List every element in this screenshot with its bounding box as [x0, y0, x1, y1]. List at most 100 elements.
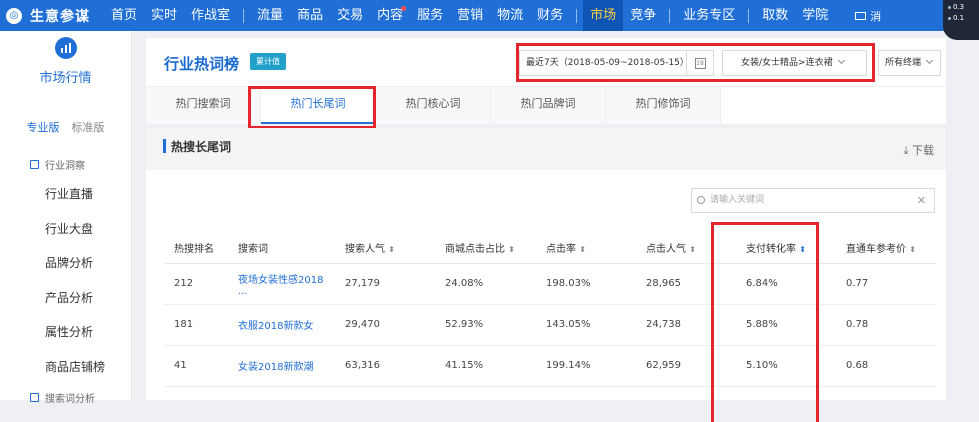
sort-icon[interactable]: ⬍: [388, 245, 395, 254]
tab-modifier-words[interactable]: 热门修饰词: [606, 87, 721, 124]
industry-icon: [30, 159, 39, 169]
sidebar-item-brand-analysis[interactable]: 品牌分析: [0, 246, 131, 281]
nav-divider: [748, 8, 750, 23]
table-row: 212 夜场女装性感2018 ... 27,179 24.08% 198.03%…: [164, 263, 936, 305]
sort-icon[interactable]: ⬍: [909, 245, 916, 254]
download-speed-icon: [948, 17, 951, 20]
cell-ztc-price: 0.78: [836, 304, 936, 346]
network-speed-widget: 0.3 0.1: [943, 0, 979, 40]
tab-core-words[interactable]: 热门核心词: [376, 87, 491, 124]
tab-hot-search[interactable]: 热门搜索词: [146, 87, 261, 124]
logo-icon: ◎: [6, 7, 22, 24]
close-icon[interactable]: ✕: [917, 189, 926, 212]
long-tail-keyword-table: 热搜排名 搜索词 搜索人气 ⬍ 商城点击占比 ⬍ 点击率 ⬍ 点击人气 ⬍ 支付…: [164, 232, 936, 387]
nav-item-trade[interactable]: 交易: [330, 0, 370, 31]
nav-item-content[interactable]: 内容: [370, 0, 410, 31]
nav-item-competition[interactable]: 竞争: [623, 0, 663, 31]
table-row: 181 衣服2018新款女 29,470 52.93% 143.05% 24,7…: [164, 304, 936, 346]
cell-ztc-price: 0.68: [836, 345, 936, 387]
search-placeholder: 请输入关键词: [710, 195, 765, 205]
table-row: 41 女装2018新款潮 63,316 41.15% 199.14% 62,95…: [164, 345, 936, 387]
cell-mall-click-ratio: 52.93%: [435, 304, 536, 346]
col-click-rate[interactable]: 点击率 ⬍: [536, 232, 636, 264]
section-accent-bar: [163, 139, 166, 153]
section-header: 热搜长尾词 ⤓ 下载: [146, 128, 946, 170]
nav-item-market[interactable]: 市场: [583, 0, 624, 31]
sort-icon[interactable]: ⬍: [579, 245, 586, 254]
keyword-table-panel: 热搜长尾词 ⤓ 下载 请输入关键词 ✕ 热搜排名 搜索词 搜索人气 ⬍ 商城点击…: [146, 128, 946, 400]
upload-speed: 0.3: [953, 3, 965, 11]
col-ztc-price[interactable]: 直通车参考价 ⬍: [836, 232, 936, 264]
cell-search-popularity: 27,179: [335, 263, 435, 305]
cell-mall-click-ratio: 24.08%: [435, 263, 536, 305]
edition-tabs: 专业版 标准版: [0, 111, 131, 151]
sort-icon[interactable]: ⬍: [689, 245, 696, 254]
nav-item-finance[interactable]: 财务: [530, 0, 570, 31]
nav-group-market: 市场 竞争: [583, 0, 663, 31]
nav-item-fetch-data[interactable]: 取数: [755, 0, 795, 31]
tab-professional[interactable]: 专业版: [27, 119, 60, 151]
col-keyword: 搜索词: [228, 232, 335, 264]
cell-keyword-link[interactable]: 衣服2018新款女: [228, 304, 335, 346]
upload-icon: [948, 6, 951, 9]
chevron-down-icon: [925, 56, 934, 65]
sidebar-header: 市场行情: [0, 31, 131, 111]
sidebar-item-industry-live[interactable]: 行业直播: [0, 177, 131, 212]
cell-click-rate: 198.03%: [536, 263, 636, 305]
nav-divider: [669, 8, 671, 23]
sidebar-section-label: 行业洞察: [45, 160, 85, 172]
sidebar-section-search[interactable]: 搜索词分析: [0, 384, 131, 410]
nav-item-marketing[interactable]: 营销: [450, 0, 490, 31]
sidebar-item-shop-ranking[interactable]: 商品店铺榜: [0, 350, 131, 385]
nav-group-tools: 取数 学院: [755, 0, 835, 31]
brand-logo[interactable]: ◎ 生意参谋: [0, 6, 104, 26]
sidebar-section-label: 搜索词分析: [45, 393, 95, 405]
nav-item-realtime[interactable]: 实时: [144, 0, 184, 31]
sidebar-section-industry[interactable]: 行业洞察: [0, 151, 131, 177]
top-navigation: ◎ 生意参谋 首页 实时 作战室 流量 商品 交易 内容 服务 营销 物流 财务…: [0, 0, 979, 31]
download-label: 下载: [912, 144, 934, 157]
tab-standard[interactable]: 标准版: [72, 119, 105, 151]
highlight-box-tab: [248, 86, 376, 129]
sort-icon[interactable]: ⬍: [508, 245, 515, 254]
sidebar-item-attribute-analysis[interactable]: 属性分析: [0, 315, 131, 350]
cell-keyword-link[interactable]: 女装2018新款潮: [228, 345, 335, 387]
nav-divider: [576, 8, 578, 23]
nav-item-traffic[interactable]: 流量: [250, 0, 290, 31]
nav-item-logistics[interactable]: 物流: [490, 0, 530, 31]
cumulative-badge: 累计值: [250, 53, 286, 70]
page-title: 行业热词榜: [164, 55, 240, 73]
cell-mall-click-ratio: 41.15%: [435, 345, 536, 387]
download-button[interactable]: ⤓ 下载: [904, 142, 934, 158]
col-mall-click-ratio[interactable]: 商城点击占比 ⬍: [435, 232, 536, 264]
nav-item-warroom[interactable]: 作战室: [184, 0, 237, 31]
sidebar-item-product-analysis[interactable]: 产品分析: [0, 281, 131, 316]
sidebar-item-industry-overview[interactable]: 行业大盘: [0, 212, 131, 247]
mail-icon: [855, 11, 867, 20]
sidebar: 市场行情 专业版 标准版 行业洞察 行业直播 行业大盘 品牌分析 产品分析 属性…: [0, 31, 132, 405]
nav-item-academy[interactable]: 学院: [795, 0, 835, 31]
col-rank: 热搜排名: [164, 232, 228, 264]
brand-name: 生意参谋: [30, 8, 90, 25]
nav-item-service[interactable]: 服务: [410, 0, 450, 31]
cell-rank: 41: [164, 345, 228, 387]
nav-item-product[interactable]: 商品: [290, 0, 330, 31]
nav-item-home[interactable]: 首页: [104, 0, 144, 31]
col-search-popularity[interactable]: 搜索人气 ⬍: [335, 232, 435, 264]
message-label: 消: [870, 9, 882, 23]
terminal-value: 所有终端: [885, 58, 922, 68]
section-title: 热搜长尾词: [171, 140, 232, 154]
nav-item-business-zone[interactable]: 业务专区: [676, 0, 742, 31]
cell-click-rate: 143.05%: [536, 304, 636, 346]
tab-brand-words[interactable]: 热门品牌词: [491, 87, 606, 124]
cell-keyword-link[interactable]: 夜场女装性感2018 ...: [228, 263, 335, 305]
cell-search-popularity: 29,470: [335, 304, 435, 346]
cell-ztc-price: 0.77: [836, 263, 936, 305]
sidebar-title: 市场行情: [39, 71, 92, 86]
terminal-select[interactable]: 所有终端: [878, 50, 941, 76]
download-speed: 0.1: [953, 14, 965, 22]
highlight-box-filters: [516, 43, 875, 82]
message-link[interactable]: 消: [855, 8, 881, 24]
keyword-search-input[interactable]: 请输入关键词 ✕: [691, 188, 935, 213]
nav-divider: [243, 8, 245, 23]
